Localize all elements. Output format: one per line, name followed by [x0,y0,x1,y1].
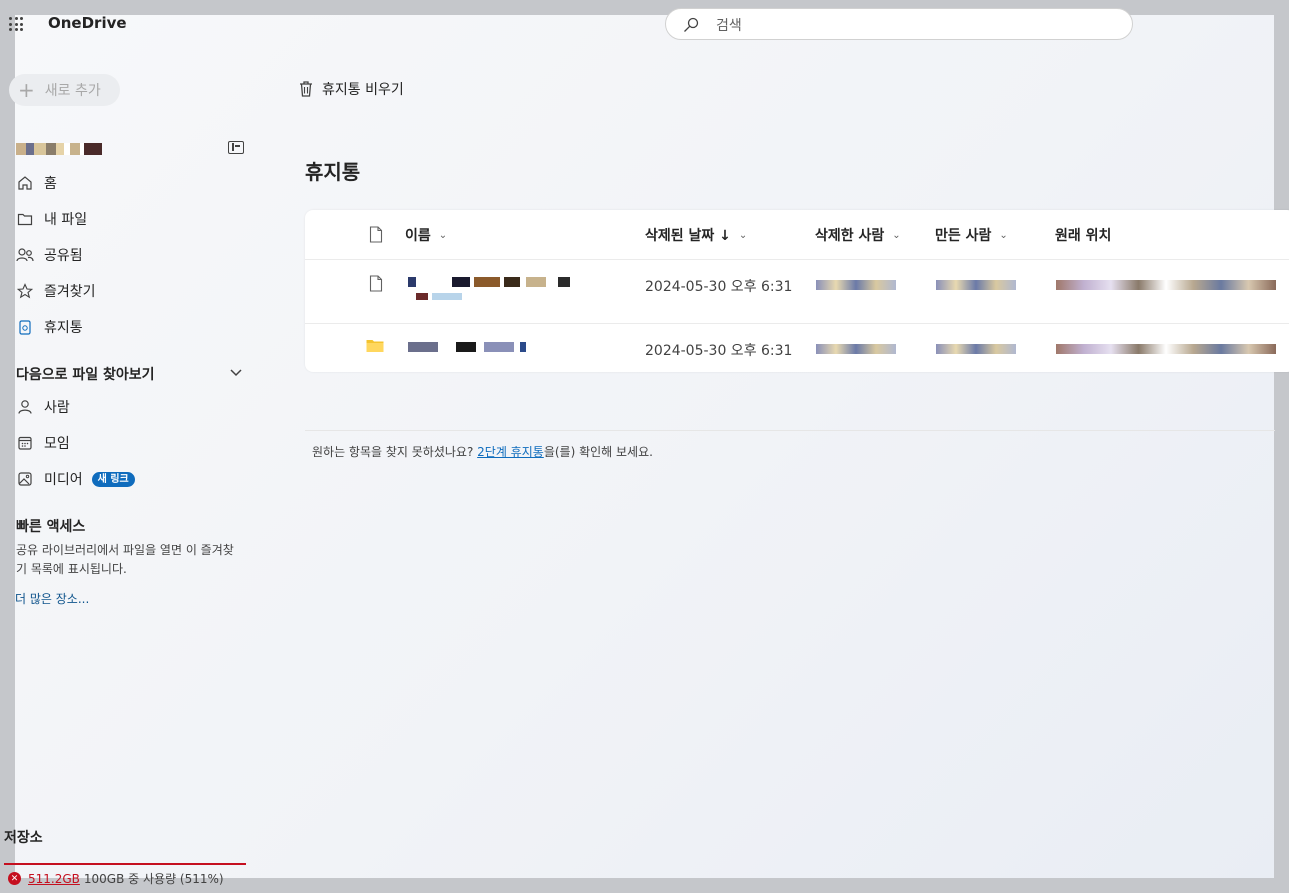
original-location [1056,280,1276,290]
page-title: 휴지통 [305,160,361,184]
nav-item-media[interactable]: 미디어 새 링크 [16,465,246,493]
folder-name[interactable] [408,342,528,354]
nav-item-shared[interactable]: 공유됨 [16,241,246,269]
recycle-bin-icon [16,318,34,336]
nav-label: 즐겨찾기 [44,284,96,300]
image-icon [16,470,34,488]
more-places-link[interactable]: 더 많은 장소... [15,590,89,607]
nav-label: 홈 [44,176,57,192]
chevron-down-icon[interactable] [228,366,244,380]
file-table: 이름 ⌄ 삭제된 날짜 ↓ ⌄ 삭제한 사람 ⌄ 만든 사람 ⌄ 원래 위치 2024-… [305,210,1289,372]
browse-heading: 다음으로 파일 찾아보기 [16,367,155,383]
deleted-date: 2024-05-30 오후 6:31 [645,279,793,295]
created-by [936,280,1016,290]
nav-item-recycle-bin[interactable]: 휴지통 [16,313,246,341]
hint-text-after: 을(를) 확인해 보세요. [543,445,653,459]
column-original-location[interactable]: 원래 위치 [1055,225,1111,245]
account-name [16,140,102,155]
nav-item-favorites[interactable]: 즐겨찾기 [16,277,246,305]
trash-icon [300,81,312,97]
column-deleted-by-label: 삭제한 사람 [815,228,885,244]
file-name[interactable] [408,277,578,305]
search-input[interactable] [714,15,1098,37]
nav-label: 내 파일 [44,212,88,228]
nav-label: 사람 [44,400,70,416]
collapse-nav-icon[interactable] [228,141,244,154]
second-stage-recycle-bin-link[interactable]: 2단계 휴지통 [477,445,544,459]
quick-access-description: 공유 라이브러리에서 파일을 열면 이 즐겨찾기 목록에 표시됩니다. [16,543,234,576]
person-icon [16,398,34,416]
app-launcher-icon[interactable] [9,17,23,31]
new-button[interactable]: + 새로 추가 [9,74,120,106]
new-button-label: 새로 추가 [44,83,101,99]
nav-label: 공유됨 [44,248,83,264]
deleted-date: 2024-05-30 오후 6:31 [645,343,793,359]
deleted-by [816,280,896,290]
file-icon [369,275,383,292]
star-icon [16,282,34,300]
storage-detail: 100GB 중 사용량 (511%) [83,872,224,886]
plus-icon: + [18,78,35,102]
table-row[interactable]: 2024-05-30 오후 6:31 [305,324,1289,371]
created-by [936,344,1016,354]
column-created-by[interactable]: 만든 사람 ⌄ [935,225,1008,245]
original-location [1056,344,1276,354]
chevron-down-icon: ⌄ [438,229,448,241]
search-icon [684,17,699,32]
nav-item-meetings[interactable]: 모임 [16,429,246,457]
quick-access-heading: 빠른 액세스 [16,519,86,535]
hint-text-before: 원하는 항목을 찾지 못하셨나요? [312,445,478,459]
nav-label: 모임 [44,436,70,452]
storage-heading: 저장소 [4,830,43,846]
search-box[interactable] [665,8,1133,40]
nav-item-my-files[interactable]: 내 파일 [16,205,246,233]
empty-recycle-bin-label: 휴지통 비우기 [322,82,404,98]
second-stage-hint: 원하는 항목을 찾지 못하셨나요? 2단계 휴지통을(를) 확인해 보세요. [312,443,653,460]
empty-recycle-bin-button[interactable]: 휴지통 비우기 [298,79,404,99]
column-deleted-date[interactable]: 삭제된 날짜 ↓ ⌄ [645,225,747,245]
column-deleted-by[interactable]: 삭제한 사람 ⌄ [815,225,901,245]
column-name[interactable]: 이름 ⌄ [405,225,447,245]
people-icon [16,246,34,264]
storage-status: ✕ 511.2GB 100GB 중 사용량 (511%) [8,870,224,887]
column-original-location-label: 원래 위치 [1055,228,1112,244]
folder-icon [16,210,34,228]
chevron-down-icon: ⌄ [892,229,901,241]
new-badge: 새 링크 [91,471,135,487]
chevron-down-icon: ⌄ [738,229,748,241]
column-created-by-label: 만든 사람 [935,228,992,244]
column-name-label: 이름 [405,228,431,244]
table-header: 이름 ⌄ 삭제된 날짜 ↓ ⌄ 삭제한 사람 ⌄ 만든 사람 ⌄ 원래 위치 [305,210,1289,260]
file-type-icon[interactable] [369,226,383,243]
column-deleted-date-label: 삭제된 날짜 ↓ [645,228,731,244]
storage-usage-bar [4,863,246,865]
calendar-icon [16,434,34,452]
nav-item-people[interactable]: 사람 [16,393,246,421]
app-title[interactable]: OneDrive [48,14,127,32]
table-row[interactable]: 2024-05-30 오후 6:31 [305,260,1289,323]
divider [305,430,1275,431]
storage-used-link[interactable]: 511.2GB [28,872,80,886]
deleted-by [816,344,896,354]
error-icon: ✕ [8,872,21,885]
top-bar: OneDrive [0,0,1289,50]
folder-icon [366,340,384,352]
nav-label: 미디어 [44,472,83,488]
nav-label: 휴지통 [44,320,83,336]
chevron-down-icon: ⌄ [999,229,1008,241]
nav-item-home[interactable]: 홈 [16,169,246,197]
home-icon [16,174,34,192]
